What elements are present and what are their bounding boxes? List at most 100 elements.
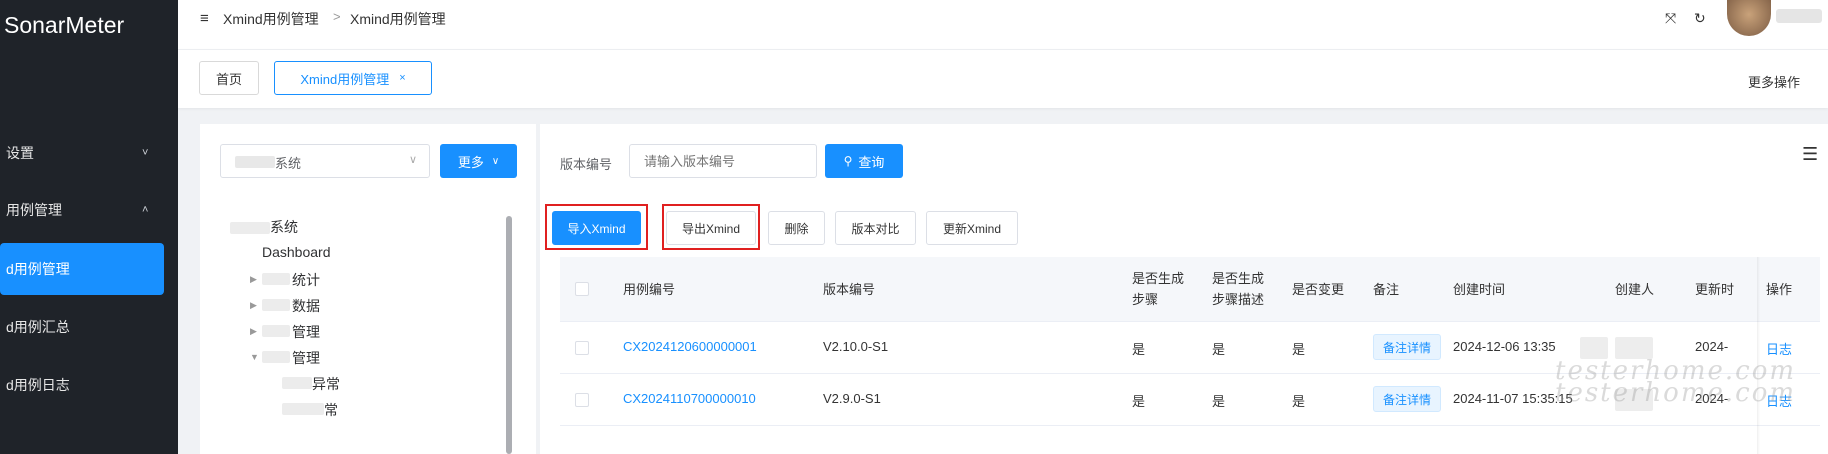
caret-right-icon[interactable]: ▶ [250, 300, 257, 311]
sidebar-item-label: 设置 [6, 145, 34, 161]
note-detail-tag[interactable]: 备注详情 [1373, 334, 1442, 360]
user-name-blurred[interactable] [1776, 9, 1822, 23]
select-all-checkbox[interactable] [575, 282, 589, 296]
sidebar-item-label: d用例日志 [6, 377, 70, 393]
operations-header-cell: 操作 [1760, 257, 1820, 322]
changed-cell: 是 [1292, 394, 1306, 409]
caret-down-icon[interactable]: ▼ [250, 352, 259, 362]
sidebar-item-xmind-case-log[interactable]: d用例日志 [0, 359, 178, 411]
update-xmind-label: 更新Xmind [942, 221, 1001, 236]
row-checkbox[interactable] [575, 341, 589, 355]
blurred-text [262, 351, 290, 363]
breadcrumb-item[interactable]: Xmind用例管理 [223, 9, 319, 29]
system-select[interactable]: 系统 ∨ [220, 144, 430, 178]
sidebar-item-settings[interactable]: 设置 ˅ [0, 127, 178, 179]
tabs-bar: 首页 Xmind用例管理 × 更多操作 [178, 50, 1828, 108]
search-icon: ⚲ [843, 154, 853, 168]
blurred-text [262, 299, 290, 311]
avatar[interactable] [1727, 0, 1771, 36]
tree-node[interactable]: 常 [324, 400, 338, 420]
delete-button[interactable]: 删除 [768, 211, 825, 245]
version-label: 版本编号 [560, 157, 613, 172]
gen-desc-cell: 是 [1212, 342, 1226, 357]
breadcrumb-separator: > [333, 9, 341, 24]
query-button-label: 查询 [858, 154, 885, 170]
tree-node[interactable]: Dashboard [262, 244, 331, 260]
tree-node[interactable]: 管理 [292, 322, 320, 342]
case-id-link[interactable]: CX2024110700000010 [623, 391, 756, 406]
tree-node[interactable]: 数据 [292, 296, 320, 316]
tree-scrollbar[interactable] [506, 216, 512, 454]
changed-cell: 是 [1292, 342, 1306, 357]
highlight-box [545, 204, 648, 250]
created-at-cell: 2024-12-06 13:35 [1453, 339, 1556, 354]
tab-label: 首页 [215, 71, 242, 87]
sidebar-item-xmind-case-summary[interactable]: d用例汇总 [0, 301, 178, 353]
version-compare-button[interactable]: 版本对比 [835, 211, 916, 245]
chevron-down-icon: ˅ [142, 147, 149, 159]
gen-steps-cell: 是 [1132, 342, 1146, 357]
chevron-down-icon: ∨ [491, 155, 500, 167]
gen-steps-cell: 是 [1132, 394, 1146, 409]
blurred-text [235, 156, 275, 168]
watermark-line: testerhome.com [1555, 378, 1797, 408]
version-cell: V2.9.0-S1 [823, 391, 881, 406]
tree-node[interactable]: 管理 [292, 348, 320, 368]
tab-xmind-case-management[interactable]: Xmind用例管理 × [274, 61, 432, 95]
column-header[interactable]: 用例编号 [623, 280, 675, 299]
column-header: 操作 [1766, 282, 1793, 297]
note-detail-tag[interactable]: 备注详情 [1373, 386, 1442, 412]
sidebar: SonarMeter 设置 ˅ 用例管理 ˄ d用例管理 d用例汇总 d用例日志 [0, 0, 178, 454]
column-header[interactable]: 创建人 [1615, 280, 1654, 299]
caret-right-icon[interactable]: ▶ [250, 274, 257, 285]
tree-panel: 系统 ∨ 更多 ∨ 系统 Dashboard ▶ 统计 ▶ 数据 ▶ 管理 ▼ … [200, 124, 536, 454]
breadcrumb-item: Xmind用例管理 [350, 11, 446, 27]
close-icon[interactable]: × [399, 72, 405, 84]
fullscreen-icon[interactable]: ⤧ [1665, 10, 1676, 27]
sidebar-item-case-management[interactable]: 用例管理 ˄ [0, 184, 178, 236]
updated-at-cell: 2024- [1695, 339, 1729, 354]
more-button[interactable]: 更多 ∨ [440, 144, 517, 178]
column-header[interactable]: 备注 [1373, 280, 1399, 299]
version-compare-label: 版本对比 [851, 221, 900, 236]
more-operations-button[interactable]: 更多操作 [1748, 72, 1800, 91]
blurred-text [230, 222, 270, 234]
column-header[interactable]: 创建时间 [1453, 280, 1505, 299]
version-input[interactable] [629, 144, 817, 178]
case-id-link[interactable]: CX2024120600000001 [623, 339, 757, 354]
version-cell: V2.10.0-S1 [823, 339, 889, 354]
column-header[interactable]: 更新时 [1695, 280, 1734, 299]
column-header[interactable]: 是否变更 [1292, 280, 1344, 299]
column-header: 步骤 [1132, 292, 1159, 307]
column-settings-icon[interactable]: ☰ [1802, 144, 1818, 165]
chevron-down-icon: ∨ [408, 154, 417, 166]
column-header[interactable]: 是否生成 [1132, 269, 1184, 288]
sidebar-item-label: d用例汇总 [6, 319, 70, 335]
blurred-text [262, 325, 290, 337]
column-header[interactable]: 是否生成 [1212, 269, 1264, 288]
update-xmind-button[interactable]: 更新Xmind [926, 211, 1018, 245]
blurred-text [282, 377, 312, 389]
caret-right-icon[interactable]: ▶ [250, 326, 257, 337]
sidebar-item-xmind-case-management[interactable]: d用例管理 [0, 243, 164, 295]
brand-logo: SonarMeter [4, 12, 125, 38]
tree-node[interactable]: 系统 [270, 217, 298, 237]
watermark: testerhome.com testerhome.com [1555, 358, 1797, 408]
menu-toggle-icon[interactable]: ≡ [200, 10, 209, 27]
tab-label: Xmind用例管理 [300, 71, 390, 87]
highlight-box [662, 204, 760, 250]
chevron-up-icon: ˄ [142, 204, 149, 216]
top-header: ≡ Xmind用例管理 > Xmind用例管理 ⤧ ↻ [178, 0, 1828, 50]
column-header: 步骤描述 [1212, 292, 1265, 307]
table-row[interactable] [560, 426, 1820, 454]
table-header: 用例编号 版本编号 是否生成 步骤 是否生成 步骤描述 是否变更 备注 创建时间… [560, 257, 1820, 322]
refresh-icon[interactable]: ↻ [1694, 10, 1706, 27]
column-header[interactable]: 版本编号 [823, 280, 875, 299]
tree-node[interactable]: 统计 [292, 270, 320, 290]
system-select-value: 系统 [275, 156, 302, 171]
query-button[interactable]: ⚲ 查询 [825, 144, 903, 178]
tree-node[interactable]: 异常 [312, 374, 340, 394]
row-checkbox[interactable] [575, 393, 589, 407]
sidebar-item-label: d用例管理 [6, 261, 70, 277]
tab-home[interactable]: 首页 [199, 61, 259, 95]
